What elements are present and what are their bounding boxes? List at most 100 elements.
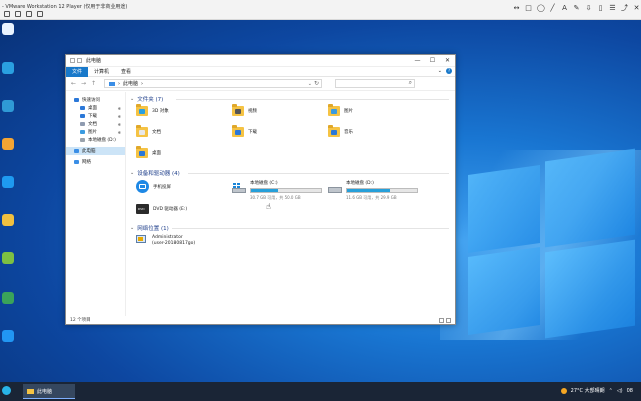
annotation-tool-icon[interactable]: ✎ — [573, 4, 580, 13]
desktop-shortcut[interactable] — [0, 23, 16, 35]
address-bar[interactable]: › 此电脑 › ⌄ ↻ — [104, 79, 322, 88]
network-host: (user-20180817go) — [152, 240, 196, 246]
clock[interactable]: 08 — [627, 388, 633, 394]
annotation-tool-icon[interactable]: ☰ — [609, 4, 616, 13]
refresh-icon[interactable]: ↻ — [314, 80, 319, 87]
desktop-shortcut[interactable] — [0, 62, 16, 74]
app-icon — [2, 176, 14, 188]
pin-icon: ✱ — [117, 105, 121, 111]
wallpaper-window-logo — [468, 164, 540, 254]
folder-icon — [328, 125, 340, 137]
back-button[interactable]: ← — [70, 80, 77, 87]
pin-icon: ✱ — [117, 129, 121, 135]
properties-icon[interactable] — [70, 58, 75, 63]
sidebar-item[interactable]: 快速访问 — [66, 96, 125, 104]
wallpaper-window-logo — [545, 239, 635, 339]
app-icon — [2, 138, 14, 150]
section-folders-header[interactable]: ⌄ 文件夹 (7) — [130, 95, 163, 103]
sidebar-item-label: 此电脑 — [82, 149, 96, 154]
annotation-tool-icon[interactable]: ⇩ — [585, 4, 592, 13]
volume-icon[interactable]: ◁) — [617, 388, 623, 394]
folder-icon — [136, 125, 148, 137]
quick-access-toolbar — [70, 58, 82, 63]
folder-label: 下载 — [248, 130, 257, 135]
annotation-tool-icon[interactable]: ◯ — [537, 4, 545, 13]
window-controls: — ☐ ✕ — [410, 55, 455, 66]
history-dropdown-icon[interactable]: ⌄ — [308, 81, 312, 87]
sidebar-item-label: 快速访问 — [82, 98, 100, 103]
desktop-shortcut[interactable] — [0, 100, 16, 112]
annotation-tool-icon[interactable]: ╱ — [549, 4, 556, 13]
drive-d[interactable]: 本地磁盘 (D:) 11.6 GB 可用，共 29.9 GB — [328, 180, 418, 201]
annotation-tool-icon[interactable]: ⤴ — [621, 4, 628, 13]
app-icon — [2, 23, 14, 35]
tab-file[interactable]: 文件 — [66, 66, 89, 77]
desktop-shortcut[interactable] — [0, 214, 16, 226]
chevron-up-icon[interactable]: ⌃ — [609, 388, 613, 394]
desktop-shortcut[interactable] — [0, 252, 16, 264]
folder-item[interactable]: 视频 — [232, 104, 257, 116]
folder-item[interactable]: 下载 — [232, 125, 257, 137]
maximize-button[interactable]: ☐ — [425, 55, 440, 66]
section-title: 文件夹 (7) — [137, 97, 164, 103]
details-view-icon[interactable] — [439, 318, 444, 323]
minimize-button[interactable]: — — [410, 55, 425, 66]
drive-c[interactable]: 本地磁盘 (C:) 30.7 GB 可用，共 50.0 GB — [232, 180, 322, 201]
folder-icon — [136, 104, 148, 116]
section-network-header[interactable]: ⌄ 网络位置 (1) — [130, 224, 169, 232]
annotation-tool-icon[interactable]: A — [561, 4, 568, 13]
section-divider — [172, 228, 449, 229]
section-devices-header[interactable]: ⌄ 设备和驱动器 (4) — [130, 169, 180, 177]
sidebar-item[interactable]: 下载 ✱ — [66, 112, 125, 120]
sidebar-item[interactable]: 本地磁盘 (D:) — [66, 136, 125, 144]
fullscreen-icon[interactable] — [26, 11, 32, 17]
folder-item[interactable]: 图片 — [328, 104, 353, 116]
search-input[interactable]: ⌕ — [335, 79, 415, 88]
forward-button[interactable]: → — [80, 80, 87, 87]
sidebar-item[interactable]: 文档 ✱ — [66, 120, 125, 128]
folder-icon — [232, 104, 244, 116]
media-device[interactable]: 手机投屏 — [136, 180, 171, 193]
device-icon[interactable] — [15, 11, 21, 17]
folder-item[interactable]: 桌面 — [136, 146, 161, 158]
sidebar-item[interactable]: 图片 ✱ — [66, 128, 125, 136]
desktop-shortcut[interactable] — [0, 292, 16, 304]
network-location[interactable]: Administrator (user-20180817go) — [136, 235, 195, 246]
folder-item[interactable]: 3D 对象 — [136, 104, 169, 116]
tiles-view-icon[interactable] — [446, 318, 451, 323]
folder-icon — [328, 104, 340, 116]
start-icon[interactable] — [2, 386, 11, 395]
app-icon — [2, 330, 14, 342]
section-divider — [188, 173, 449, 174]
play-icon[interactable] — [4, 11, 10, 17]
folder-item[interactable]: 音乐 — [328, 125, 353, 137]
help-icon[interactable]: ? — [446, 68, 452, 74]
sidebar-item[interactable]: 桌面 ✱ — [66, 104, 125, 112]
sidebar-item[interactable]: 此电脑 — [66, 147, 125, 155]
taskbar-app-explorer[interactable]: 此电脑 — [23, 384, 75, 399]
address-separator: › — [141, 80, 144, 87]
annotation-tool-icon[interactable]: □ — [525, 4, 532, 13]
new-folder-icon[interactable] — [77, 58, 82, 63]
tab-computer[interactable]: 计算机 — [88, 67, 115, 77]
folder-item[interactable]: 文档 — [136, 125, 161, 137]
annotation-tool-icon[interactable]: ↔ — [513, 4, 520, 13]
section-divider — [176, 99, 449, 100]
close-button[interactable]: ✕ — [440, 55, 455, 66]
expand-ribbon-icon[interactable]: ⌄ — [438, 68, 442, 74]
view-switcher — [439, 318, 451, 323]
sidebar-item[interactable]: 网络 — [66, 158, 125, 166]
annotation-tool-icon[interactable]: ✕ — [633, 4, 640, 13]
up-button[interactable]: ↑ — [90, 80, 97, 87]
annotation-tool-icon[interactable]: ▯ — [597, 4, 604, 13]
section-title: 设备和驱动器 (4) — [137, 171, 180, 177]
desktop-shortcut[interactable] — [0, 176, 16, 188]
folder-icon — [27, 388, 34, 394]
weather-text[interactable]: 27°C 大部晴朗 — [571, 387, 605, 394]
dvd-drive[interactable]: DVD DVD 驱动器 (E:) — [136, 204, 187, 214]
desktop-shortcut[interactable] — [0, 330, 16, 342]
unity-icon[interactable] — [37, 11, 43, 17]
tab-view[interactable]: 查看 — [115, 67, 137, 77]
desktop-shortcut[interactable] — [0, 138, 16, 150]
sidebar-item-icon — [74, 98, 79, 102]
